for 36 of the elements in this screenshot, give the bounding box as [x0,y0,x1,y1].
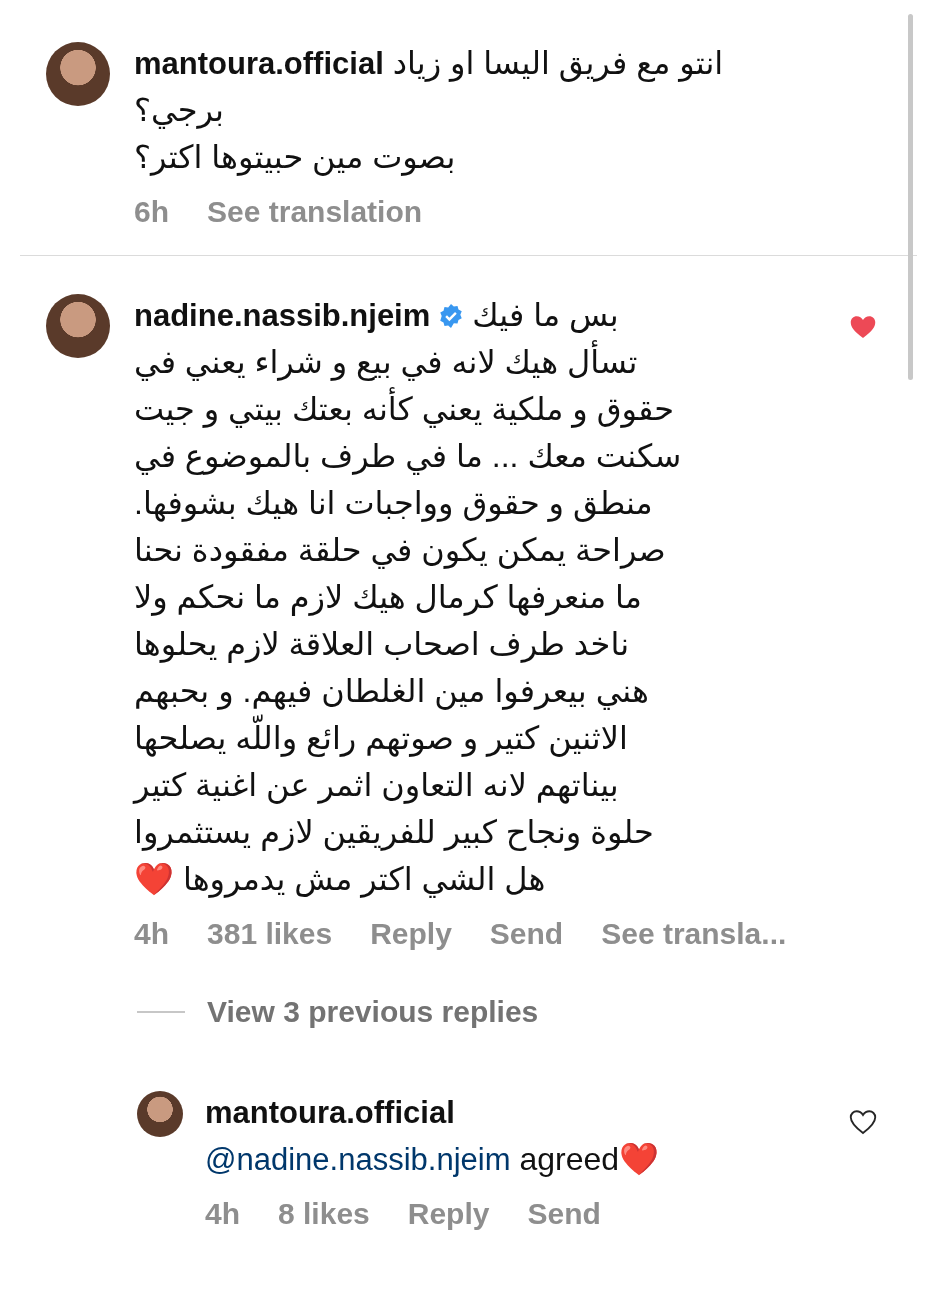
comment-text: انتو مع فريق اليسا او زياد [392,44,724,84]
scrollbar[interactable] [908,14,913,380]
see-translation-link[interactable]: See transla... [601,917,787,951]
mention-link[interactable]: @nadine.nassib.njeim [205,1136,511,1183]
comment-text: سكنت معك ... ما في طرف بالموضوع في [134,437,682,477]
see-translation-link[interactable]: See translation [207,195,423,229]
comment-text: حلوة ونجاح كبير للفريقين لازم يستثمروا [134,813,654,853]
reply-link[interactable]: Reply [370,917,452,951]
comment-text: بس ما فيك [472,296,619,335]
comment-text: بيناتهم لانه التعاون اثمر عن اغنية كتير [134,766,619,806]
comment-text: هل الشي اكتر مش يدمروها ❤ [134,860,546,900]
username[interactable]: nadine.nassib.njeim [134,292,431,339]
comment-text: ناخد طرف اصحاب العلاقة لازم يحلوها [134,625,630,665]
reply-link[interactable]: Reply [407,1197,490,1231]
comment-text: بصوت مين حبيتوها اكتر؟ [134,138,456,178]
comment-text: الاثنين كتير و صوتهم رائع واللّه يصلحها [134,715,628,762]
comment-text: منطق و حقوق وواجبات انا هيك بشوفها. [134,484,653,524]
username[interactable]: mantoura.official [205,1089,455,1136]
avatar[interactable] [137,1091,183,1137]
send-link[interactable]: Send [527,1197,601,1231]
comment-text: حقوق و ملكية يعني كأنه بعتك بيتي و جيت [134,386,674,433]
comment-text: صراحة يمكن يكون في حلقة مفقودة نحنا [134,531,666,571]
likes-count[interactable]: 8 likes [278,1197,370,1231]
comment-text: ما منعرفها كرمال هيك لازم ما نحكم ولا [134,578,642,618]
likes-count[interactable]: 381 likes [207,917,333,951]
comment-text: برجي؟ [134,91,224,131]
view-replies-link[interactable]: View 3 previous replies [207,995,539,1029]
comment-text: agreed❤ [519,1140,660,1179]
comment-time: 6h [134,195,169,229]
comment-text: تسأل هيك لانه في بيع و شراء يعني في [134,339,638,386]
send-link[interactable]: Send [489,917,564,951]
username[interactable]: mantoura.official [134,40,384,87]
comment-time: 4h [205,1197,240,1231]
like-heart-icon[interactable] [849,1109,877,1135]
comment-time: 4h [134,917,169,951]
comment-text: هني بيعرفوا مين الغلطان فيهم. و بحبهم [134,672,649,712]
